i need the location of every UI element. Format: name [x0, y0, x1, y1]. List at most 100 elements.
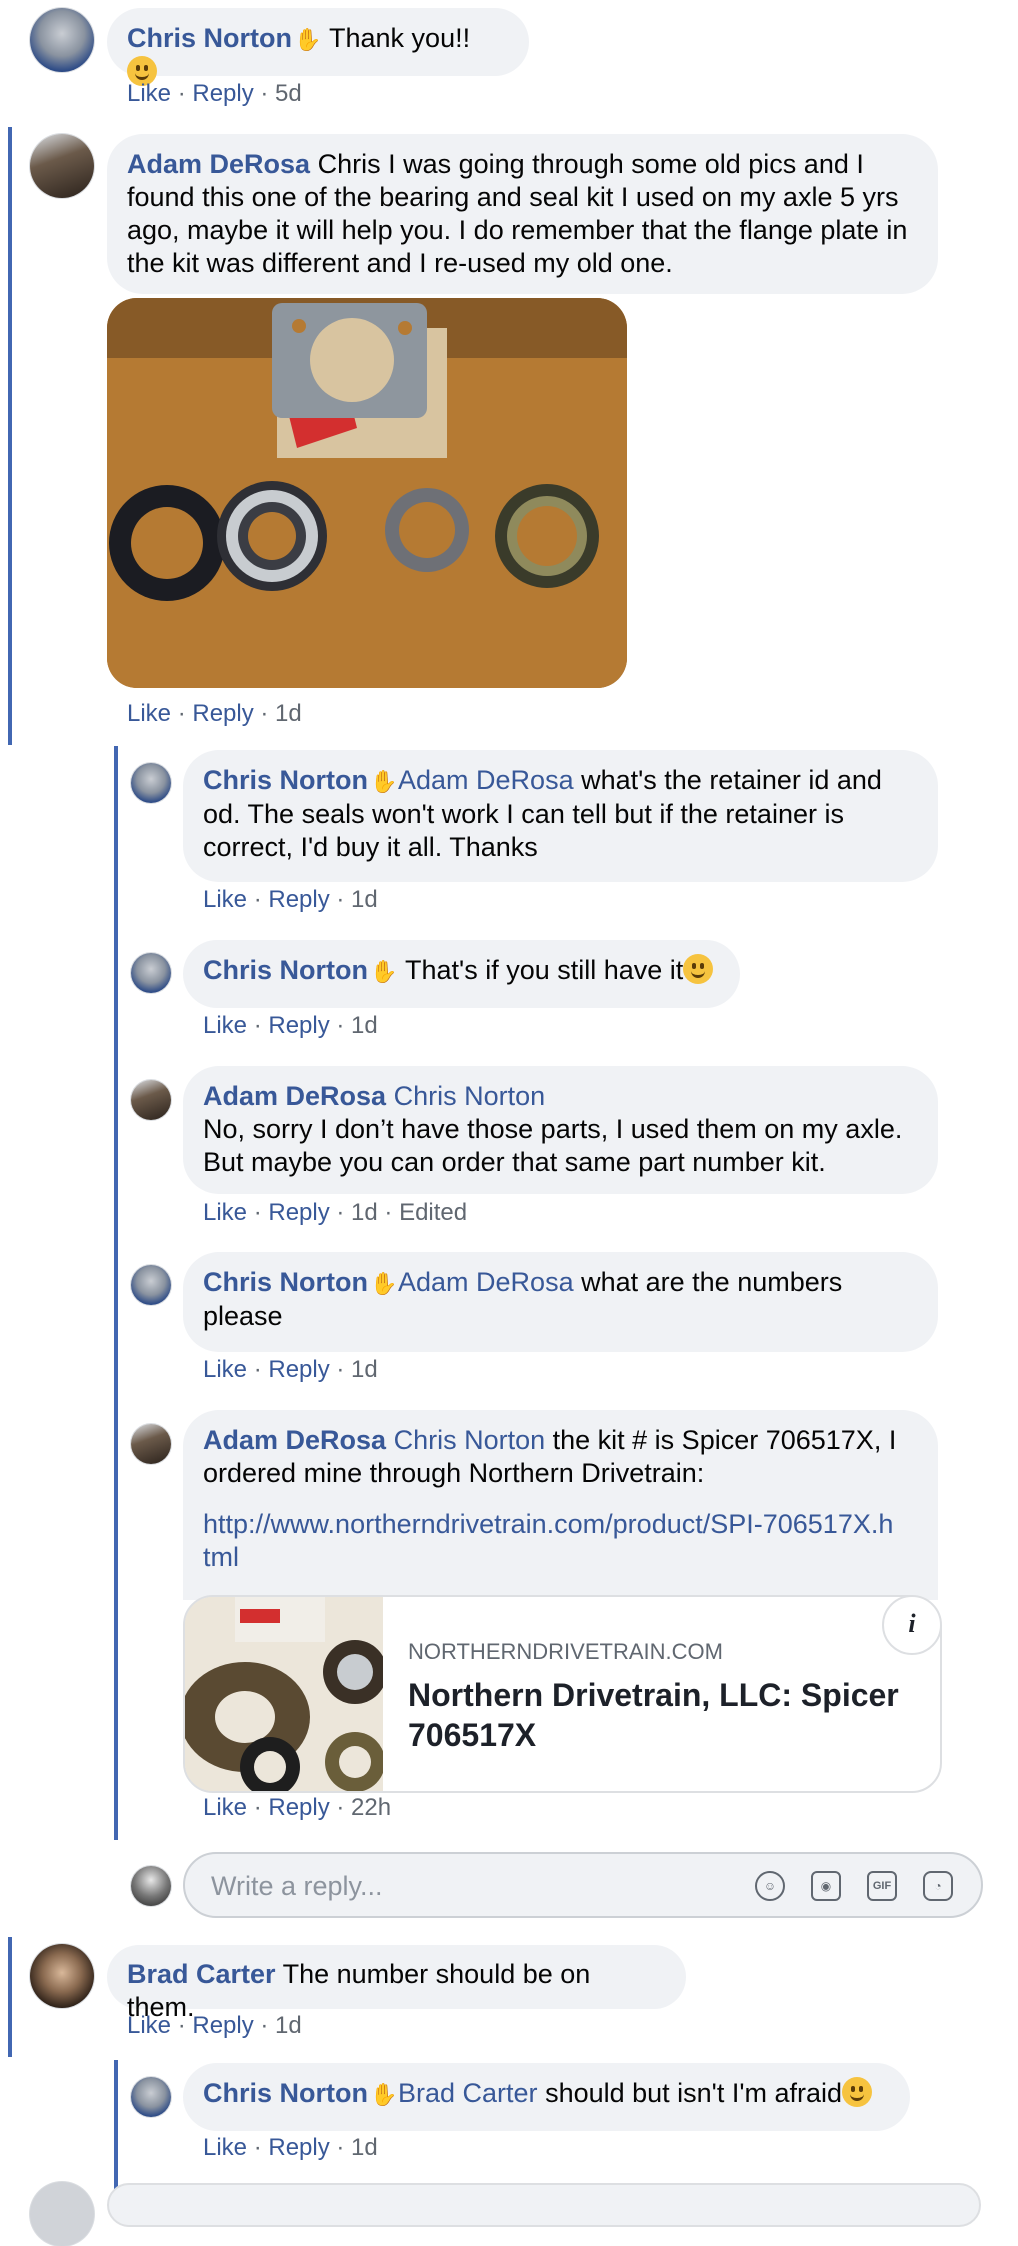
- author-name[interactable]: Adam DeRosa: [203, 1081, 386, 1111]
- comment-bubble: Brad Carter The number should be on them…: [107, 1945, 686, 2022]
- thread-line: [8, 127, 12, 745]
- reply-actions: Like · Reply · 1d: [203, 886, 378, 913]
- like-button[interactable]: Like: [203, 1794, 247, 1821]
- mention-link[interactable]: Brad Carter: [398, 2078, 538, 2108]
- wave-icon: ✋: [370, 1271, 398, 1296]
- camera-icon[interactable]: ◉: [811, 1871, 841, 1901]
- like-button[interactable]: Like: [203, 2134, 247, 2161]
- wave-icon: ✋: [370, 769, 398, 794]
- reply-bubble: Chris Norton✋Adam DeRosa what's the reta…: [183, 750, 938, 882]
- mention-link[interactable]: Chris Norton: [394, 1081, 546, 1111]
- reply-input[interactable]: Write a reply... ☺ ◉ GIF ◔: [183, 1852, 983, 1918]
- mention-link[interactable]: Chris Norton: [394, 1425, 546, 1455]
- reply-text: That's if you still have it: [398, 955, 684, 985]
- url-link[interactable]: http://www.northerndrivetrain.com/produc…: [203, 1509, 893, 1572]
- reply-button[interactable]: Reply: [268, 1199, 329, 1226]
- thread-line: [114, 2060, 118, 2192]
- avatar[interactable]: [131, 1265, 171, 1305]
- reply-button[interactable]: Reply: [268, 1356, 329, 1383]
- wave-icon: ✋: [370, 959, 398, 984]
- my-avatar: [131, 1866, 171, 1906]
- avatar[interactable]: [30, 1944, 94, 2008]
- avatar[interactable]: [30, 134, 94, 198]
- reply-bubble: Chris Norton✋Adam DeRosa what are the nu…: [183, 1252, 938, 1352]
- reply-button[interactable]: Reply: [268, 2134, 329, 2161]
- timestamp[interactable]: 1d: [351, 1356, 378, 1383]
- wave-icon: ✋: [370, 2082, 398, 2107]
- wave-icon: ✋: [294, 27, 322, 52]
- reply-button[interactable]: Reply: [192, 700, 253, 727]
- author-name[interactable]: Chris Norton: [203, 765, 368, 795]
- reply-bubble: Adam DeRosa Chris Norton No, sorry I don’…: [183, 1066, 938, 1194]
- reply-actions: Like · Reply · 22h: [203, 1794, 392, 1821]
- mention-link[interactable]: Adam DeRosa: [398, 1267, 574, 1297]
- reply-button[interactable]: Reply: [268, 1012, 329, 1039]
- reply-button[interactable]: Reply: [268, 1794, 329, 1821]
- timestamp[interactable]: 1d: [351, 886, 378, 913]
- author-name[interactable]: Adam DeRosa: [203, 1425, 386, 1455]
- like-button[interactable]: Like: [127, 2012, 171, 2039]
- comment-actions: Like · Reply · 1d: [127, 2012, 302, 2039]
- bearing-kit-photo: [107, 298, 627, 688]
- reply-actions: Like · Reply · 1d: [203, 2134, 378, 2161]
- reply-button[interactable]: Reply: [192, 80, 253, 107]
- like-button[interactable]: Like: [127, 80, 171, 107]
- like-button[interactable]: Like: [203, 886, 247, 913]
- like-button[interactable]: Like: [203, 1012, 247, 1039]
- author-name[interactable]: Brad Carter: [127, 1959, 276, 1989]
- timestamp[interactable]: 22h: [351, 1794, 391, 1821]
- comment-text: Thank you!!: [322, 23, 471, 53]
- comment-bubble: Chris Norton✋ Thank you!!: [107, 8, 529, 86]
- reply-bubble: Adam DeRosa Chris Norton the kit # is Sp…: [183, 1410, 938, 1600]
- avatar[interactable]: [131, 1080, 171, 1120]
- timestamp[interactable]: 5d: [275, 80, 302, 107]
- edited-label[interactable]: Edited: [399, 1199, 467, 1226]
- reply-text: No, sorry I don’t have those parts, I us…: [203, 1114, 903, 1177]
- link-preview-card[interactable]: NORTHERNDRIVETRAIN.COM Northern Drivetra…: [183, 1595, 942, 1793]
- reply-button[interactable]: Reply: [192, 2012, 253, 2039]
- emoji-icon[interactable]: ☺: [755, 1871, 785, 1901]
- parts-thumbnail: [185, 1597, 387, 1791]
- avatar[interactable]: [131, 2077, 171, 2117]
- wink-emoji-icon: [683, 954, 714, 984]
- avatar[interactable]: [30, 8, 94, 72]
- avatar[interactable]: [131, 953, 171, 993]
- reply-button[interactable]: Reply: [268, 886, 329, 913]
- author-name[interactable]: Chris Norton: [203, 1267, 368, 1297]
- avatar[interactable]: [131, 763, 171, 803]
- comment-bubble: Adam DeRosa Chris I was going through so…: [107, 134, 938, 294]
- info-icon[interactable]: i: [882, 1597, 940, 1655]
- avatar[interactable]: [131, 1424, 171, 1464]
- like-button[interactable]: Like: [127, 700, 171, 727]
- author-name[interactable]: Chris Norton: [203, 2078, 368, 2108]
- thread-line: [8, 1937, 12, 2057]
- sticker-icon[interactable]: ◔: [923, 1871, 953, 1901]
- link-preview-thumbnail: [185, 1597, 387, 1791]
- thread-line: [114, 746, 118, 1840]
- reply-actions: Like · Reply · 1d: [203, 1012, 378, 1039]
- comment-actions: Like · Reply · 1d: [127, 700, 302, 727]
- mention-link[interactable]: Adam DeRosa: [398, 765, 574, 795]
- like-button[interactable]: Like: [203, 1199, 247, 1226]
- link-title: Northern Drivetrain, LLC: Spicer 706517X: [408, 1677, 899, 1753]
- like-button[interactable]: Like: [203, 1356, 247, 1383]
- reply-text: should but isn't I'm afraid: [537, 2078, 843, 2108]
- gif-icon[interactable]: GIF: [867, 1871, 897, 1901]
- reply-bubble: Chris Norton✋ That's if you still have i…: [183, 940, 740, 1008]
- timestamp[interactable]: 1d: [275, 700, 302, 727]
- timestamp[interactable]: 1d: [351, 1199, 378, 1226]
- author-name[interactable]: Adam DeRosa: [127, 149, 310, 179]
- author-name[interactable]: Chris Norton: [127, 23, 292, 53]
- reply-bubble: Chris Norton✋Brad Carter should but isn'…: [183, 2063, 910, 2131]
- timestamp[interactable]: 1d: [275, 2012, 302, 2039]
- timestamp[interactable]: 1d: [351, 1012, 378, 1039]
- comment-actions: Like · Reply · 5d: [127, 80, 302, 107]
- comment-bubble: [107, 2183, 981, 2227]
- author-name[interactable]: Chris Norton: [203, 955, 368, 985]
- reply-placeholder: Write a reply...: [211, 1871, 383, 1901]
- timestamp[interactable]: 1d: [351, 2134, 378, 2161]
- thinking-emoji-icon: [842, 2077, 873, 2107]
- reply-actions: Like · Reply · 1d: [203, 1356, 378, 1383]
- attached-photo[interactable]: [107, 298, 627, 688]
- reply-actions: Like · Reply · 1d · Edited: [203, 1199, 468, 1226]
